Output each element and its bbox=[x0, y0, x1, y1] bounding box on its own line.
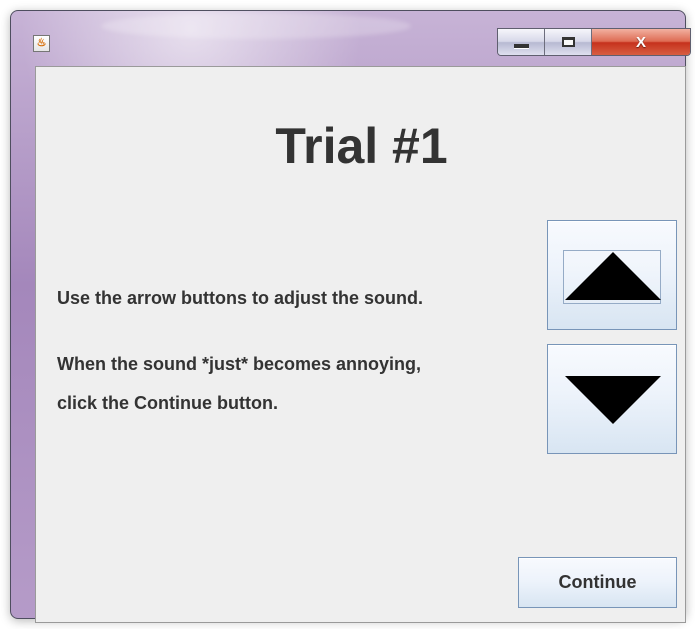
continue-button[interactable]: Continue bbox=[518, 557, 677, 608]
page-title: Trial #1 bbox=[275, 118, 448, 174]
triangle-down-icon bbox=[565, 376, 661, 424]
triangle-up-icon bbox=[565, 252, 661, 300]
close-button[interactable]: X bbox=[592, 29, 690, 55]
java-icon[interactable]: ♨ bbox=[33, 35, 50, 52]
maximize-icon bbox=[561, 37, 575, 47]
title-bar-highlight bbox=[101, 13, 411, 39]
instruction-annoying-threshold: When the sound *just* becomes annoying, bbox=[57, 354, 422, 374]
close-icon: X bbox=[635, 33, 646, 51]
increase-sound-button[interactable] bbox=[547, 220, 677, 330]
minimize-icon bbox=[513, 44, 529, 48]
application-window: ♨ X Trial #1 Use the arrow buttons to ad… bbox=[10, 10, 691, 623]
window-controls: X bbox=[497, 28, 691, 56]
maximize-button[interactable] bbox=[545, 29, 592, 55]
title-bar[interactable]: ♨ X bbox=[11, 11, 691, 56]
decrease-sound-button[interactable] bbox=[547, 344, 677, 454]
instruction-adjust-sound: Use the arrow buttons to adjust the soun… bbox=[57, 288, 424, 308]
minimize-button[interactable] bbox=[498, 29, 545, 55]
instruction-continue: click the Continue button. bbox=[57, 393, 278, 413]
trial-panel: Trial #1 Use the arrow buttons to adjust… bbox=[35, 66, 686, 623]
